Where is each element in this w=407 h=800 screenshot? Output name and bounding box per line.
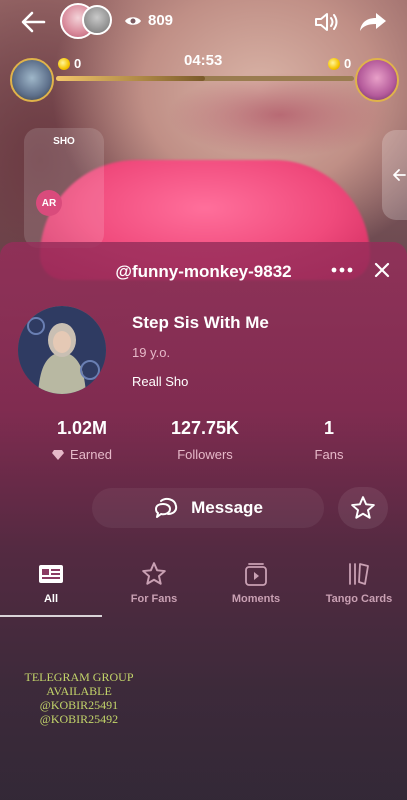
overlay-line-4: @KOBIR25492 bbox=[39, 712, 119, 726]
back-arrow-icon bbox=[21, 11, 46, 33]
stat-followers-label: Followers bbox=[177, 447, 233, 462]
close-icon bbox=[374, 262, 390, 278]
cohost-avatar[interactable] bbox=[82, 5, 112, 35]
battle-left-score: 0 bbox=[58, 56, 81, 71]
profile-avatar[interactable] bbox=[18, 306, 106, 394]
overlay-line-2: AVAILABLE bbox=[46, 684, 112, 698]
battle-progress-bar bbox=[56, 76, 354, 81]
tab-moments-label: Moments bbox=[231, 593, 281, 605]
battle-progress-fill bbox=[56, 76, 205, 81]
stat-followers-value: 127.75K bbox=[170, 418, 240, 438]
tab-all-label: All bbox=[43, 593, 59, 605]
favorite-button[interactable] bbox=[338, 487, 388, 529]
close-button[interactable] bbox=[372, 260, 392, 280]
battle-right-score: 0 bbox=[328, 56, 351, 71]
stat-earned-value: 1.02M bbox=[56, 418, 108, 438]
star-outline-icon bbox=[351, 496, 375, 519]
mini-panel-title: SHO bbox=[53, 136, 75, 147]
profile-age: 19 y.o. bbox=[132, 345, 171, 360]
host-avatars[interactable] bbox=[60, 3, 112, 41]
tab-for-fans[interactable]: For Fans bbox=[118, 560, 190, 605]
message-button[interactable]: Message bbox=[92, 488, 324, 528]
share-arrow-icon bbox=[360, 13, 386, 31]
tab-moments[interactable]: Moments bbox=[222, 560, 290, 605]
back-button[interactable] bbox=[20, 10, 46, 34]
stat-fans[interactable]: 1 Fans bbox=[300, 418, 358, 462]
battle-timer: 04:53 bbox=[184, 52, 223, 69]
tab-all[interactable]: All bbox=[22, 560, 80, 605]
overlay-line-3: @KOBIR25491 bbox=[39, 698, 119, 712]
profile-bio: Reall Sho bbox=[132, 374, 189, 389]
battle-left-score-text: 0 bbox=[74, 56, 82, 71]
stat-earned-label-row: Earned bbox=[36, 447, 128, 462]
chat-bubbles-icon bbox=[155, 497, 178, 518]
mini-panel-badge[interactable]: AR bbox=[36, 190, 62, 216]
coin-icon bbox=[58, 57, 70, 70]
stat-earned: 1.02M Earned bbox=[36, 418, 128, 462]
tab-for-fans-label: For Fans bbox=[130, 593, 178, 605]
eye-icon bbox=[125, 16, 141, 25]
moments-play-icon bbox=[245, 563, 267, 586]
side-drawer-toggle[interactable] bbox=[382, 130, 407, 220]
battle-left-avatar[interactable] bbox=[10, 58, 54, 102]
mini-profile-panel[interactable]: SHO AR bbox=[24, 128, 104, 248]
coin-icon bbox=[328, 57, 340, 70]
viewer-count[interactable]: 809 bbox=[124, 12, 173, 29]
cards-icon bbox=[349, 563, 369, 585]
sound-button[interactable] bbox=[313, 10, 339, 34]
star-icon bbox=[142, 562, 166, 585]
stat-fans-value: 1 bbox=[323, 418, 334, 438]
tab-tango-cards[interactable]: Tango Cards bbox=[322, 560, 396, 605]
top-bar: 809 bbox=[0, 0, 407, 44]
tab-tango-cards-label: Tango Cards bbox=[325, 593, 393, 605]
more-options-button[interactable] bbox=[330, 260, 354, 280]
message-button-label: Message bbox=[191, 498, 263, 517]
viewer-count-text: 809 bbox=[148, 12, 174, 29]
profile-display-name: Step Sis With Me bbox=[132, 313, 269, 332]
telegram-overlay-text: TELEGRAM GROUP AVAILABLE @KOBIR25491 @KO… bbox=[4, 670, 154, 726]
arrow-left-icon bbox=[393, 169, 406, 181]
battle-right-score-text: 0 bbox=[344, 56, 352, 71]
more-dots-icon bbox=[331, 267, 353, 273]
stat-followers[interactable]: 127.75K Followers bbox=[150, 418, 260, 462]
diamond-icon bbox=[52, 449, 65, 460]
overlay-line-1: TELEGRAM GROUP bbox=[24, 670, 134, 684]
speaker-icon bbox=[315, 13, 338, 31]
active-tab-indicator bbox=[0, 615, 102, 617]
profile-card-icon bbox=[39, 565, 63, 583]
profile-photo-illustration bbox=[18, 306, 106, 394]
share-button[interactable] bbox=[358, 10, 388, 34]
stat-fans-label: Fans bbox=[314, 447, 344, 462]
stat-earned-label: Earned bbox=[70, 447, 112, 462]
profile-tabs: All For Fans Moments Tango Cards bbox=[0, 560, 407, 618]
battle-right-avatar[interactable] bbox=[355, 58, 399, 102]
